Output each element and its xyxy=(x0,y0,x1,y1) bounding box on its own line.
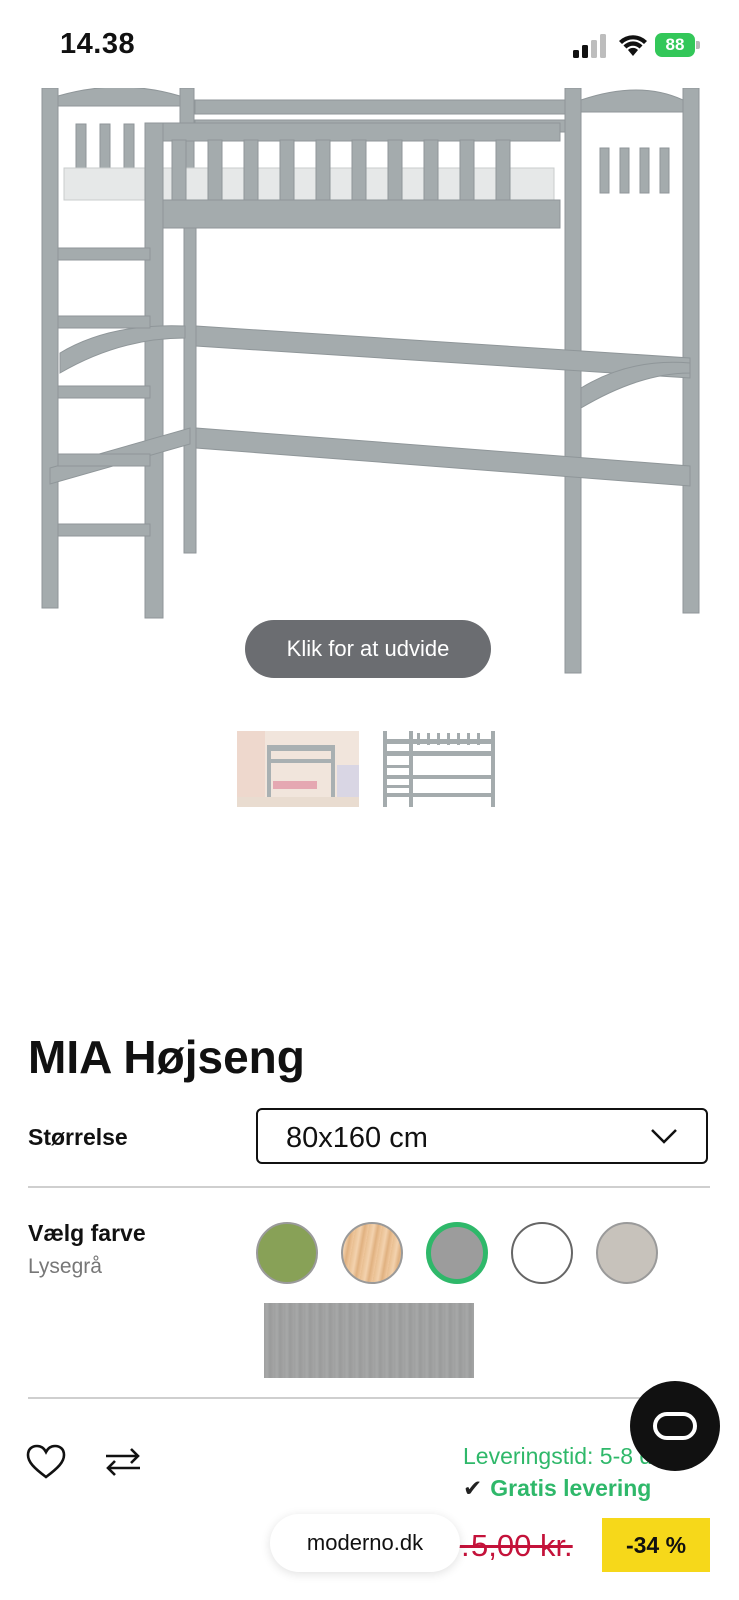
color-swatch-pine[interactable] xyxy=(341,1222,403,1284)
color-preview-texture xyxy=(264,1303,474,1378)
color-swatch-green[interactable] xyxy=(256,1222,318,1284)
color-label: Vælg farve xyxy=(28,1220,146,1246)
color-swatch-light-grey[interactable] xyxy=(426,1222,488,1284)
heart-icon[interactable] xyxy=(26,1444,66,1480)
thumbnail-room[interactable] xyxy=(237,731,359,807)
product-title: MIA Højseng xyxy=(28,1031,305,1083)
discount-badge: -34 % xyxy=(602,1518,710,1572)
chat-icon xyxy=(653,1412,697,1440)
battery-level: 88 xyxy=(655,33,695,57)
divider xyxy=(28,1397,710,1399)
old-price: …5,00 kr. xyxy=(440,1528,573,1563)
color-swatch-beige-grey[interactable] xyxy=(596,1222,658,1284)
free-delivery: ✔ Gratis levering xyxy=(463,1475,651,1502)
battery-icon: 88 xyxy=(655,33,701,59)
cellular-signal-icon xyxy=(573,34,606,58)
expand-image-button[interactable]: Klik for at udvide xyxy=(245,620,491,678)
compare-arrows-icon[interactable] xyxy=(104,1446,142,1478)
checkmark-icon: ✔ xyxy=(463,1475,483,1501)
chevron-down-icon xyxy=(651,1129,677,1144)
divider xyxy=(28,1186,710,1188)
size-label: Størrelse xyxy=(28,1124,128,1150)
size-select[interactable]: 80x160 cm xyxy=(256,1108,708,1164)
status-time: 14.38 xyxy=(60,28,136,60)
status-bar: 14.38 88 xyxy=(0,0,739,90)
free-delivery-label: Gratis levering xyxy=(490,1475,652,1501)
color-swatch-white[interactable] xyxy=(511,1222,573,1284)
wifi-icon xyxy=(619,35,647,56)
browser-domain-pill[interactable]: moderno.dk xyxy=(270,1514,460,1572)
product-image[interactable] xyxy=(0,88,739,688)
size-select-value: 80x160 cm xyxy=(286,1122,428,1154)
selected-color-name: Lysegrå xyxy=(28,1255,102,1278)
thumbnail-product[interactable] xyxy=(379,731,501,807)
chat-button[interactable] xyxy=(630,1381,720,1471)
